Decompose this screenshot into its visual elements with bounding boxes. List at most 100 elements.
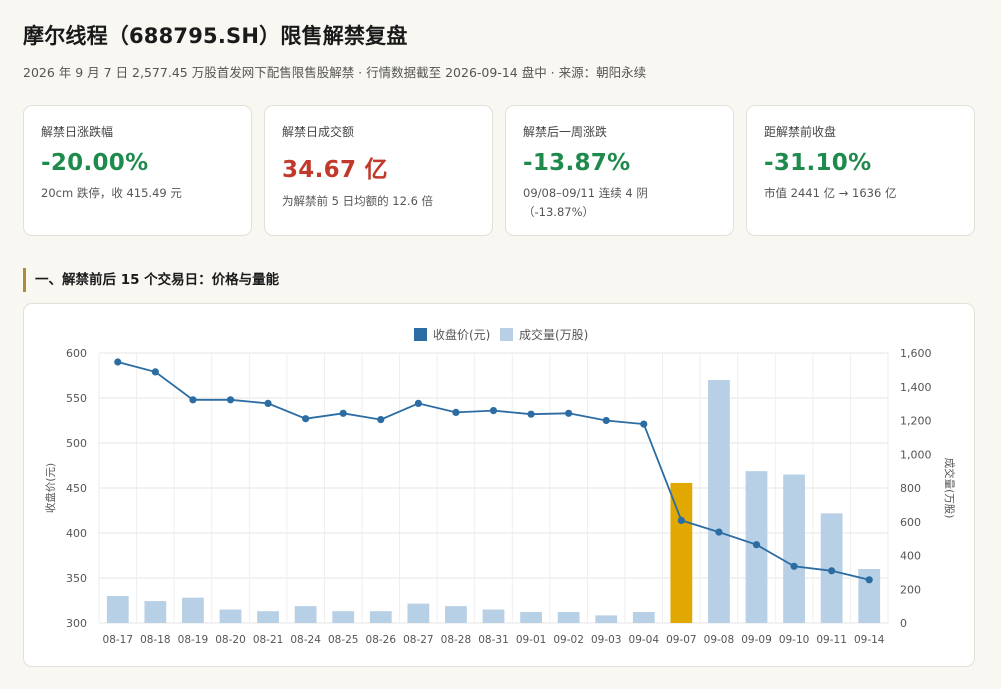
x-tick-label: 08-21 — [253, 634, 284, 646]
kpi-card-unlock-day-change: 解禁日涨跌幅 -20.00% 20cm 跌停，收 415.49 元 — [23, 105, 252, 236]
x-tick-label: 09-08 — [704, 634, 735, 646]
kpi-card-week-after-change: 解禁后一周涨跌 -13.87% 09/08–09/11 连续 4 阴（-13.8… — [505, 105, 734, 236]
volume-bar — [632, 612, 655, 623]
y-tick-label-left: 550 — [66, 392, 87, 405]
price-point — [527, 410, 535, 418]
kpi-row: 解禁日涨跌幅 -20.00% 20cm 跌停，收 415.49 元 解禁日成交额… — [23, 105, 975, 236]
kpi-label: 解禁日成交额 — [282, 125, 355, 139]
y-tick-label-right: 0 — [900, 617, 907, 630]
kpi-note: 市值 2441 亿 → 1636 亿 — [764, 186, 897, 200]
kpi-note: 09/08–09/11 连续 4 阴（-13.87%） — [523, 186, 648, 219]
kpi-value: 34.67 亿 — [282, 157, 388, 183]
x-tick-label: 09-07 — [666, 634, 697, 646]
chart-legend: 收盘价(元) 成交量(万股) — [414, 327, 588, 342]
price-point — [414, 399, 422, 407]
x-tick-label: 09-01 — [516, 634, 547, 646]
x-tick-label: 08-20 — [215, 634, 246, 646]
kpi-value: -20.00% — [41, 150, 149, 176]
x-tick-label: 08-24 — [290, 634, 321, 646]
kpi-card-unlock-day-turnover: 解禁日成交额 34.67 亿 为解禁前 5 日均额的 12.6 倍 — [264, 105, 493, 236]
price-point — [865, 576, 873, 584]
volume-bar — [520, 612, 542, 623]
grid-lines — [98, 352, 889, 624]
y-tick-label-right: 800 — [900, 482, 921, 495]
volume-bar — [219, 609, 242, 623]
volume-bar — [557, 612, 580, 623]
price-point — [452, 408, 460, 416]
y-axis-title-left: 收盘价(元) — [44, 463, 57, 513]
y-tick-label-left: 350 — [66, 572, 87, 585]
y-tick-label-right: 1,000 — [900, 448, 932, 461]
page-subtitle: 2026 年 9 月 7 日 2,577.45 万股首发网下配售限售股解禁 · … — [23, 65, 647, 80]
kpi-card-vs-pre-unlock-close: 距解禁前收盘 -31.10% 市值 2441 亿 → 1636 亿 — [746, 105, 975, 236]
price-point — [489, 407, 498, 415]
price-point — [565, 409, 573, 417]
price-point — [189, 396, 197, 404]
volume-bar — [369, 611, 392, 623]
volume-bar — [482, 609, 505, 623]
x-tick-label: 09-14 — [854, 634, 885, 646]
x-tick-label: 08-27 — [403, 634, 434, 646]
kpi-note: 为解禁前 5 日均额的 12.6 倍 — [282, 194, 434, 208]
volume-bar — [106, 596, 129, 623]
legend-swatch-price — [414, 328, 427, 341]
y-tick-label-left: 500 — [66, 437, 87, 450]
legend-label-volume: 成交量(万股) — [519, 327, 588, 342]
x-tick-label: 08-19 — [178, 634, 209, 646]
price-point — [151, 368, 159, 376]
x-tick-label: 09-03 — [591, 634, 622, 646]
price-volume-chart: 600 550 500 450 400 350 300 1,600 1,400 1,200 1,00… — [23, 303, 975, 667]
price-point — [828, 567, 836, 575]
volume-bar — [407, 603, 430, 623]
kpi-label: 距解禁前收盘 — [764, 125, 837, 139]
price-point — [790, 562, 798, 570]
price-point — [114, 358, 122, 366]
volume-bar — [445, 606, 467, 623]
volume-bar — [332, 611, 355, 623]
price-point — [264, 399, 272, 407]
kpi-value: -13.87% — [523, 150, 631, 176]
x-tick-label: 09-02 — [553, 634, 584, 646]
price-point — [602, 416, 610, 425]
page-title: 摩尔线程（688795.SH）限售解禁复盘 — [23, 24, 408, 48]
kpi-value: -31.10% — [764, 150, 872, 176]
volume-bar — [257, 611, 279, 623]
y-tick-label-left: 400 — [66, 527, 87, 540]
y-tick-label-left: 450 — [66, 482, 87, 495]
legend-swatch-volume — [500, 328, 513, 341]
volume-bar — [783, 474, 805, 623]
price-point — [339, 409, 347, 417]
kpi-label: 解禁后一周涨跌 — [523, 125, 608, 139]
price-point — [640, 420, 648, 428]
legend-label-price: 收盘价(元) — [433, 327, 490, 342]
x-tick-label: 08-28 — [441, 634, 472, 646]
x-tick-label: 08-25 — [328, 634, 359, 646]
kpi-note: 20cm 跌停，收 415.49 元 — [41, 186, 182, 200]
chart-svg: 600 550 500 450 400 350 300 1,600 1,400 1,200 1,00… — [44, 327, 956, 646]
price-point — [377, 416, 385, 424]
y-tick-label-right: 200 — [900, 583, 921, 596]
y-tick-label-right: 1,600 — [900, 347, 932, 360]
x-tick-label: 08-31 — [478, 634, 509, 646]
x-tick-label: 09-09 — [741, 634, 772, 646]
y-tick-label-left: 600 — [66, 347, 87, 360]
volume-bar — [182, 597, 204, 623]
x-tick-label: 09-04 — [629, 634, 660, 646]
y-tick-label-right: 600 — [900, 516, 921, 529]
volume-bar — [294, 606, 317, 623]
price-point — [226, 396, 235, 404]
x-tick-label: 08-26 — [366, 634, 397, 646]
volume-bar — [670, 482, 693, 623]
y-tick-label-right: 400 — [900, 550, 921, 563]
volume-bar — [144, 601, 167, 623]
price-point — [302, 415, 310, 423]
section-title: 一、解禁前后 15 个交易日：价格与量能 — [23, 268, 279, 292]
x-tick-label: 09-11 — [816, 634, 847, 646]
x-tick-label: 08-18 — [140, 634, 171, 646]
x-tick-label: 09-10 — [779, 634, 810, 646]
y-tick-label-right: 1,400 — [900, 381, 932, 394]
y-tick-label-right: 1,200 — [900, 415, 932, 428]
x-tick-label: 08-17 — [103, 634, 134, 646]
volume-bar — [708, 380, 730, 623]
price-point — [715, 528, 723, 536]
